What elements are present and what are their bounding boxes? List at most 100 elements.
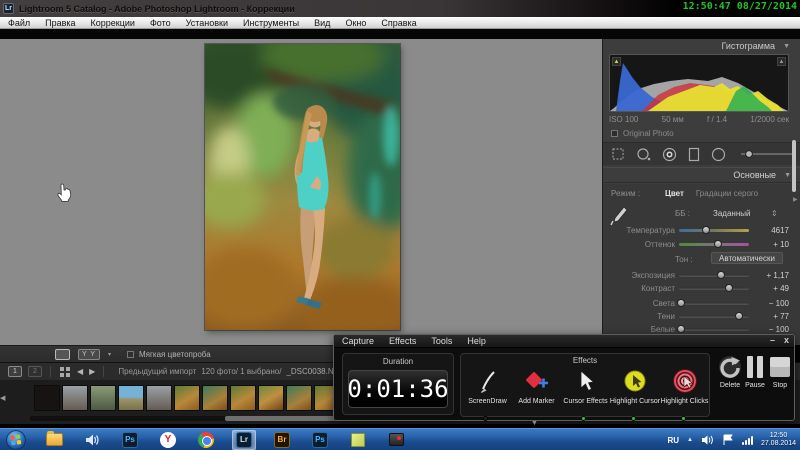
filmstrip-thumbnail[interactable] [230,385,256,411]
grid-view-icon[interactable] [59,366,71,378]
second-window-button[interactable]: 2 [28,366,42,377]
menu-develop[interactable]: Коррекции [91,18,135,28]
taskbar-bridge-button[interactable]: Br [270,430,294,450]
white-balance-value[interactable]: Заданный [713,209,750,218]
shadows-slider[interactable] [679,312,749,320]
highlight-cursor-button[interactable]: Highlight Cursor [610,367,660,405]
tray-volume-icon[interactable] [701,434,714,446]
soft-proof-checkbox[interactable] [127,350,135,358]
before-after-view-icon[interactable]: Y Y [78,348,100,360]
crop-tool-icon[interactable] [611,147,625,161]
cursor-effects-button[interactable]: Cursor Effects [561,367,610,405]
network-signal-icon[interactable] [741,435,753,445]
language-indicator[interactable]: RU [667,436,679,445]
slider-knob[interactable] [713,240,722,248]
highlights-slider[interactable] [677,299,749,307]
tray-clock[interactable]: 12:50 27.08.2014 [761,432,796,448]
histogram[interactable]: ▲ ▲ [609,54,789,112]
graduated-filter-tool-icon[interactable] [688,147,700,162]
filmstrip-thumbnail[interactable] [174,385,200,411]
main-window-button[interactable]: 1 [8,366,22,377]
red-eye-tool-icon[interactable] [662,147,677,162]
loupe-view-icon[interactable] [55,348,70,360]
spot-removal-tool-icon[interactable] [636,147,651,162]
filmstrip-thumbnail[interactable] [118,385,144,411]
taskbar-explorer-button[interactable] [42,430,66,450]
filmstrip-thumbnail[interactable] [286,385,312,411]
taskbar-photoshop2-button[interactable]: Ps [308,430,332,450]
exposure-slider[interactable] [679,271,749,279]
treatment-color-option[interactable]: Цвет [665,189,684,198]
filmstrip-thumbnail[interactable] [146,385,172,411]
histogram-panel-header[interactable]: Гистограмма ▼ [603,39,800,53]
menu-help[interactable]: Справка [381,18,416,28]
original-photo-checkbox[interactable] [611,130,618,137]
original-photo-row[interactable]: Original Photo [611,129,674,138]
highlight-clipping-indicator[interactable]: ▲ [777,57,786,66]
auto-tone-button[interactable]: Автоматически [711,252,783,264]
tint-slider[interactable] [679,240,749,248]
action-center-flag-icon[interactable] [722,434,734,446]
menu-edit[interactable]: Правка [45,18,75,28]
right-panel-scrollbar[interactable] [792,140,796,192]
recorder-menu-help[interactable]: Help [467,336,486,346]
view-dropdown-icon[interactable]: ▾ [108,351,111,358]
filmstrip-thumbnail[interactable] [34,385,60,411]
panel-collapse-arrow-icon[interactable]: ▶ [793,196,798,203]
shadow-clipping-indicator[interactable]: ▲ [612,57,621,66]
radial-filter-tool-icon[interactable] [711,147,726,162]
menu-window[interactable]: Окно [345,18,366,28]
filmstrip-scroll-left-icon[interactable]: ◀ [0,394,5,402]
recorder-menu-effects[interactable]: Effects [389,336,416,346]
slider-knob[interactable] [717,271,725,279]
taskbar-yandex-button[interactable]: Y [156,430,180,450]
filmstrip-breadcrumb[interactable]: Предыдущий импорт 120 фото/ 1 выбрано/ _… [118,367,352,376]
slider-knob[interactable] [734,312,743,320]
contrast-slider[interactable] [679,284,749,292]
go-back-arrow-icon[interactable]: ◀ [77,367,83,376]
recorder-minimize-button[interactable]: – [770,335,775,345]
temperature-slider[interactable] [679,226,749,234]
menu-settings[interactable]: Установки [186,18,228,28]
white-balance-dropdown-icon[interactable]: ⇕ [771,209,778,218]
menu-file[interactable]: Файл [8,18,30,28]
filmstrip-collapse-icon[interactable]: ▼ [531,420,538,427]
add-marker-button[interactable]: Add Marker [512,367,561,405]
menu-tools[interactable]: Инструменты [243,18,299,28]
pause-button[interactable]: Pause [745,355,765,389]
hidden-icons-arrow-icon[interactable]: ▲ [687,437,693,443]
filmstrip-thumbnail[interactable] [90,385,116,411]
delete-button[interactable]: Delete [718,355,742,389]
collapse-triangle-icon[interactable]: ▼ [783,43,790,50]
photo-preview[interactable] [205,44,400,330]
basic-panel-header[interactable]: Основные ▼ [603,167,800,183]
screendraw-button[interactable]: ScreenDraw [463,367,512,405]
slider-knob[interactable] [677,299,686,307]
slider-knob[interactable] [725,284,734,292]
filmstrip-thumbnail[interactable] [62,385,88,411]
go-forward-arrow-icon[interactable]: ▶ [89,367,95,376]
taskbar-chrome-button[interactable] [194,430,218,450]
stop-button[interactable]: Stop [768,355,792,389]
whites-slider[interactable] [677,325,749,333]
taskbar-lightroom-button[interactable]: Lr [232,429,256,450]
adjustment-brush-tool-icon[interactable] [737,148,799,160]
taskbar-recorder-button[interactable] [384,430,408,450]
slider-knob[interactable] [677,325,686,333]
recorder-close-button[interactable]: x [784,335,789,345]
slider-knob[interactable] [701,226,710,234]
collapse-triangle-icon[interactable]: ▼ [784,172,791,179]
highlight-clicks-button[interactable]: Highlight Clicks [660,367,709,405]
taskbar-photoshop-button[interactable]: Ps [118,430,142,450]
recorder-menu-capture[interactable]: Capture [342,336,374,346]
taskbar-volume-app-button[interactable] [80,430,104,450]
recorder-menu-tools[interactable]: Tools [431,336,452,346]
start-button[interactable] [4,429,28,450]
treatment-grayscale-option[interactable]: Градации серого [696,189,758,198]
soft-proof-row[interactable]: Мягкая цветопроба [127,350,211,359]
filmstrip-thumbnail[interactable] [202,385,228,411]
menu-view[interactable]: Вид [314,18,330,28]
menu-photo[interactable]: Фото [150,18,171,28]
filmstrip-thumbnail[interactable] [258,385,284,411]
taskbar-notes-button[interactable] [346,430,370,450]
